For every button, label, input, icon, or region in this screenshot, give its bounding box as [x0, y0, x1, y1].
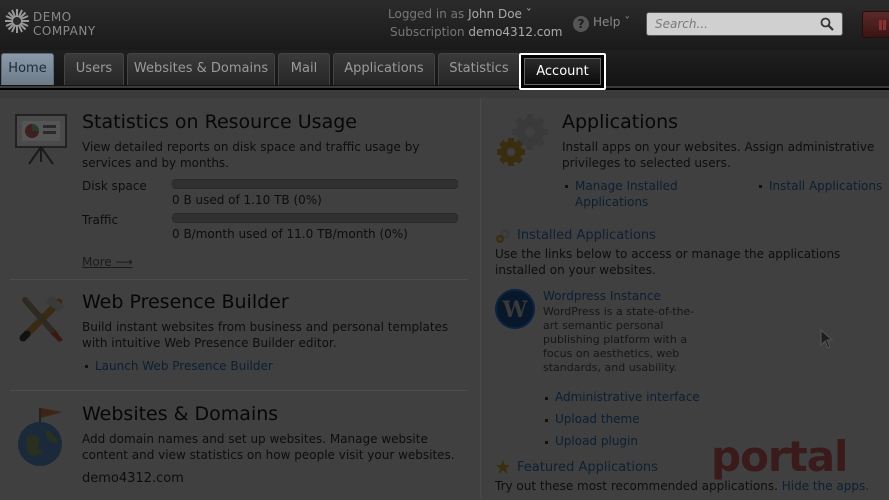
- install-applications-link[interactable]: Install Applications: [769, 178, 882, 194]
- star-icon: [496, 460, 510, 474]
- logo-text-line2: COMPANY: [33, 24, 96, 38]
- logo-text-line1: DEMO: [33, 10, 72, 24]
- wp-upload-theme-link[interactable]: Upload theme: [555, 411, 640, 427]
- traffic-usage-bar: [172, 213, 458, 223]
- gears-icon: [497, 114, 548, 166]
- logged-in-info: Logged in as John Doe ˇ: [388, 7, 532, 21]
- stats-title[interactable]: Statistics on Resource Usage: [82, 111, 357, 133]
- builder-description: Build instant websites from business and…: [82, 320, 449, 350]
- wordpress-logo-icon: W: [495, 289, 535, 329]
- stats-description: View detailed reports on disk space and …: [82, 140, 420, 170]
- logout-button[interactable]: [862, 11, 889, 38]
- subscription-label: Subscription: [390, 25, 465, 39]
- disk-usage-value: 0 B used of 1.10 TB (0%): [172, 193, 322, 207]
- traffic-usage-value: 0 B/month used of 11.0 TB/month (0%): [172, 227, 408, 241]
- section-separator: [10, 390, 468, 391]
- tab-account-label: Account: [524, 58, 601, 85]
- search-box: [646, 12, 843, 36]
- bullet: [545, 397, 548, 400]
- logout-icon: [879, 20, 882, 30]
- help-question-icon: ?: [573, 16, 589, 32]
- tab-statistics[interactable]: Statistics: [438, 53, 520, 85]
- featured-applications-heading[interactable]: Featured Applications: [517, 460, 658, 475]
- subscription-selector[interactable]: demo4312.com: [468, 25, 562, 39]
- chevron-down-icon: ˇ: [624, 15, 631, 29]
- presentation-chart-icon: [15, 114, 67, 165]
- user-name: John Doe: [468, 7, 522, 21]
- tab-home[interactable]: Home: [1, 53, 54, 85]
- domain-name[interactable]: demo4312.com: [82, 471, 184, 487]
- websites-description: Add domain names and set up websites. Ma…: [82, 432, 455, 462]
- search-input[interactable]: [655, 16, 815, 32]
- tab-account[interactable]: Account: [519, 53, 606, 90]
- installed-applications-description: Use the links below to access or manage …: [495, 247, 841, 277]
- tab-users[interactable]: Users: [64, 53, 124, 85]
- user-menu[interactable]: John Doe ˇ: [468, 7, 532, 21]
- more-link[interactable]: More ⟶: [82, 255, 133, 269]
- search-icon[interactable]: [820, 17, 834, 31]
- wordpress-description: WordPress is a state-of-the-art semantic…: [543, 305, 695, 374]
- bullet: [759, 185, 762, 188]
- wordpress-instance-link[interactable]: Wordpress Instance: [543, 288, 661, 304]
- chevron-down-icon: ˇ: [525, 7, 532, 21]
- tab-websites-domains[interactable]: Websites & Domains: [127, 53, 275, 85]
- bullet: [565, 185, 568, 188]
- help-menu[interactable]: ? Help ˇ: [573, 15, 630, 32]
- applications-title[interactable]: Applications: [562, 111, 678, 133]
- applications-description: Install apps on your websites. Assign ad…: [562, 140, 875, 170]
- portal-watermark: portal: [711, 432, 848, 481]
- hide-apps-link[interactable]: Hide the apps.: [782, 479, 869, 493]
- section-separator: [10, 279, 468, 280]
- globe-flag-icon: [18, 408, 62, 466]
- manage-installed-apps-link[interactable]: Manage Installed Applications: [575, 178, 705, 210]
- logout-icon-bar: [883, 20, 886, 30]
- top-header: DEMO COMPANY Logged in as John Doe ˇ Sub…: [0, 0, 889, 50]
- logged-in-label: Logged in as: [388, 7, 465, 21]
- sunburst-logo-icon: [5, 9, 29, 33]
- column-divider: [480, 98, 481, 498]
- tab-mail[interactable]: Mail: [278, 53, 330, 85]
- traffic-label: Traffic: [82, 213, 119, 227]
- disk-space-label: Disk space: [82, 179, 147, 193]
- launch-builder-link[interactable]: Launch Web Presence Builder: [95, 358, 273, 374]
- tab-applications[interactable]: Applications: [333, 53, 435, 85]
- mouse-cursor-icon: [820, 329, 834, 349]
- wp-upload-plugin-link[interactable]: Upload plugin: [555, 433, 638, 449]
- help-label: Help: [593, 15, 621, 29]
- featured-desc-text: Try out these most recommended applicati…: [495, 479, 778, 493]
- bullet: [545, 419, 548, 422]
- bullet: [85, 365, 88, 368]
- installed-applications-heading[interactable]: Installed Applications: [517, 228, 656, 243]
- bullet: [545, 441, 548, 444]
- company-logo[interactable]: DEMO COMPANY: [4, 8, 114, 42]
- subscription-info: Subscription demo4312.com: [390, 25, 562, 39]
- builder-title[interactable]: Web Presence Builder: [82, 291, 289, 313]
- main-navigation-tabs: Home Users Websites & Domains Mail Appli…: [0, 50, 889, 88]
- disk-usage-bar: [172, 179, 458, 189]
- websites-title[interactable]: Websites & Domains: [82, 403, 278, 425]
- small-gears-icon: [496, 229, 510, 243]
- wp-admin-interface-link[interactable]: Administrative interface: [555, 389, 700, 405]
- tools-icon: [19, 296, 65, 342]
